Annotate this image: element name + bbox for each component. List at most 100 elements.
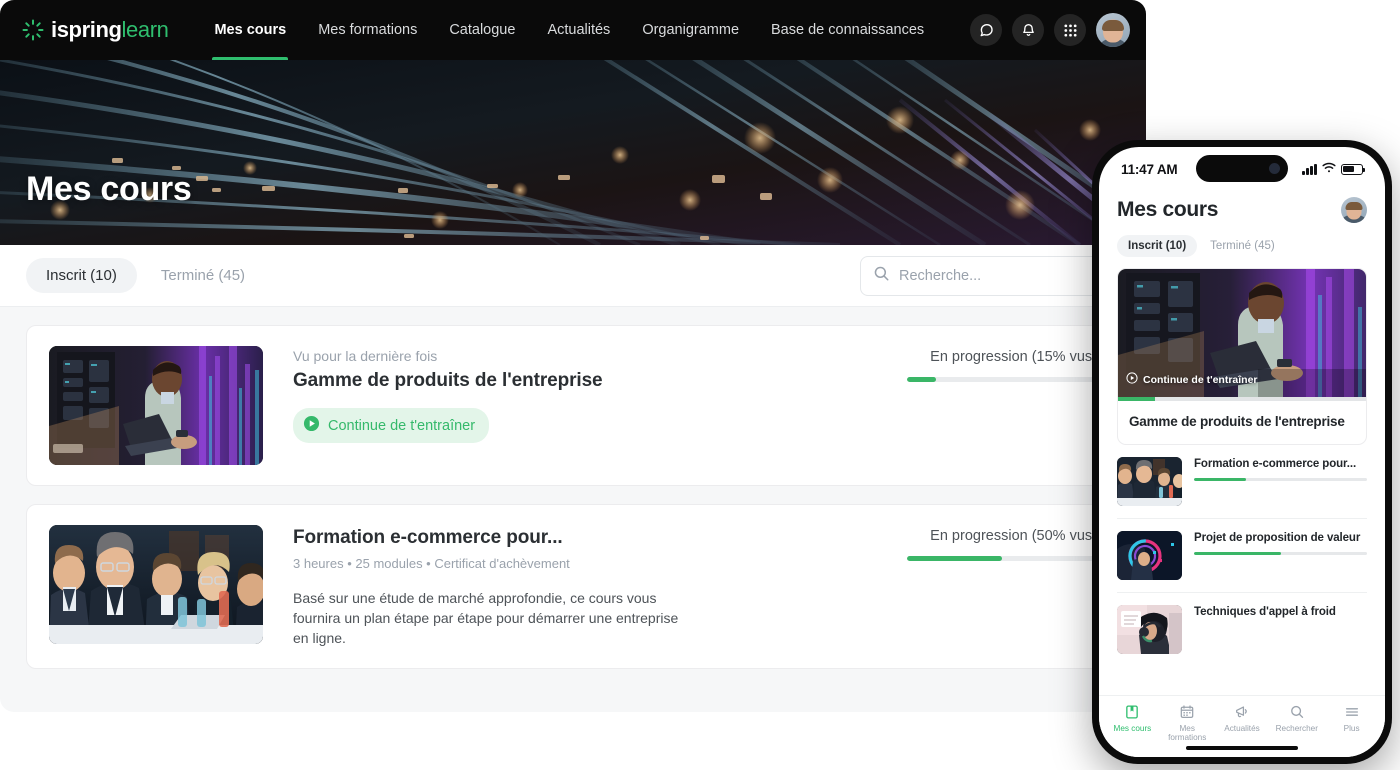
battery-icon (1341, 164, 1363, 175)
course-info: Formation e-commerce pour... 3 heures • … (263, 525, 907, 648)
bell-icon[interactable] (1012, 14, 1044, 46)
continue-training-button[interactable]: Continue de t'entraîner (293, 408, 489, 443)
avatar-hair (1102, 20, 1124, 31)
course-thumbnail (1117, 531, 1182, 580)
phone-mockup: 11:47 AM (1092, 140, 1392, 764)
user-avatar[interactable] (1341, 197, 1367, 223)
phone-nav-label: Mes cours (1114, 724, 1152, 733)
search-area (860, 256, 1120, 296)
search-icon (873, 265, 890, 287)
phone-nav-label: Plus (1344, 724, 1360, 733)
phone-nav-rechercher[interactable]: Rechercher (1269, 703, 1324, 733)
course-card[interactable]: Formation e-commerce pour... 3 heures • … (26, 504, 1120, 669)
progress-track (1194, 478, 1367, 481)
user-avatar[interactable] (1096, 13, 1130, 47)
course-title[interactable]: Gamme de produits de l'entreprise (1118, 401, 1366, 444)
course-filter-tabs: Inscrit (10) Terminé (45) (26, 258, 265, 293)
phone-tab-inscrit[interactable]: Inscrit (10) (1117, 235, 1197, 257)
nav-item-organigramme[interactable]: Organigramme (626, 0, 755, 60)
list-item-info: Techniques d'appel à froid (1194, 605, 1367, 618)
progress-track (907, 377, 1097, 382)
nav-item-base-de-connaissances[interactable]: Base de connaissances (755, 0, 940, 60)
nav-actions (970, 13, 1130, 47)
book-icon (1124, 703, 1140, 721)
course-thumbnail (1117, 605, 1182, 654)
continue-training-button[interactable]: Continue de t'entraîner (1126, 372, 1258, 387)
phone-nav-plus[interactable]: Plus (1324, 703, 1379, 733)
phone-course-list[interactable]: Continue de t'entraîner Gamme de produit… (1099, 257, 1385, 695)
course-thumbnail (49, 346, 263, 465)
tab-termine[interactable]: Terminé (45) (141, 258, 265, 293)
hero-banner: Mes cours (0, 60, 1146, 245)
phone-screen: 11:47 AM (1099, 147, 1385, 757)
search-box[interactable] (860, 256, 1120, 296)
list-item-info: Projet de proposition de valeur (1194, 531, 1367, 555)
phone-nav-mes-cours[interactable]: Mes cours (1105, 703, 1160, 733)
desktop-window: ispringlearn Mes cours Mes formations Ca… (0, 0, 1146, 712)
screenshot-stage: ispringlearn Mes cours Mes formations Ca… (0, 0, 1400, 770)
front-camera-icon (1269, 163, 1280, 174)
cellular-bars-icon (1302, 164, 1317, 175)
phone-nav-actualites[interactable]: Actualités (1215, 703, 1270, 733)
search-icon (1289, 703, 1305, 721)
phone-header: Mes cours Inscrit (10) Terminé (45) (1099, 191, 1385, 257)
continue-training-label: Continue de t'entraîner (328, 418, 475, 434)
list-item[interactable]: Projet de proposition de valeur (1117, 519, 1367, 593)
phone-filter-tabs: Inscrit (10) Terminé (45) (1117, 235, 1367, 257)
list-item-info: Formation e-commerce pour... (1194, 457, 1367, 481)
dynamic-island (1196, 155, 1288, 182)
progress-label: En progression (50% vus) (907, 528, 1097, 544)
phone-featured-course-card[interactable]: Continue de t'entraîner Gamme de produit… (1117, 268, 1367, 445)
progress-track (907, 556, 1097, 561)
course-thumbnail (1117, 457, 1182, 506)
apps-grid-icon[interactable] (1054, 14, 1086, 46)
hamburger-menu-icon (1344, 703, 1360, 721)
search-input[interactable] (899, 268, 1107, 284)
status-time: 11:47 AM (1121, 162, 1177, 177)
course-thumbnail (49, 525, 263, 644)
course-card[interactable]: Vu pour la dernière fois Gamme de produi… (26, 325, 1120, 486)
phone-nav-label: Mes formations (1164, 724, 1210, 743)
nav-item-mes-cours[interactable]: Mes cours (198, 0, 302, 60)
logo-word-ispring: ispring (51, 17, 122, 42)
course-title: Techniques d'appel à froid (1194, 606, 1367, 618)
home-indicator (1186, 746, 1298, 750)
course-list: Vu pour la dernière fois Gamme de produi… (0, 307, 1146, 712)
logo-word-learn: learn (122, 17, 169, 42)
main-nav-links: Mes cours Mes formations Catalogue Actua… (198, 0, 940, 60)
progress-label: En progression (15% vus) (907, 349, 1097, 365)
course-title[interactable]: Formation e-commerce pour... (293, 527, 907, 549)
phone-nav-label: Actualités (1224, 724, 1260, 733)
hero-background-image (0, 60, 1146, 245)
course-thumbnail: Continue de t'entraîner (1118, 269, 1366, 397)
nav-item-actualites[interactable]: Actualités (531, 0, 626, 60)
course-progress: En progression (15% vus) (907, 346, 1097, 465)
chat-icon[interactable] (970, 14, 1002, 46)
course-title[interactable]: Gamme de produits de l'entreprise (293, 370, 907, 392)
progress-fill (907, 556, 1002, 561)
tab-inscrit[interactable]: Inscrit (10) (26, 258, 137, 293)
phone-status-bar: 11:47 AM (1099, 147, 1385, 191)
course-progress: En progression (50% vus) (907, 525, 1097, 648)
phone-page-title: Mes cours (1117, 198, 1218, 222)
course-description: Basé sur une étude de marché approfondie… (293, 588, 693, 648)
ispring-learn-logo[interactable]: ispringlearn (22, 17, 168, 43)
nav-item-catalogue[interactable]: Catalogue (433, 0, 531, 60)
course-info: Vu pour la dernière fois Gamme de produi… (263, 346, 907, 465)
continue-training-label: Continue de t'entraîner (1143, 374, 1258, 386)
list-item[interactable]: Formation e-commerce pour... (1117, 445, 1367, 519)
nav-item-mes-formations[interactable]: Mes formations (302, 0, 433, 60)
phone-tab-termine[interactable]: Terminé (45) (1199, 235, 1286, 257)
progress-fill (1194, 552, 1281, 555)
course-title: Projet de proposition de valeur (1194, 532, 1367, 544)
phone-nav-mes-formations[interactable]: Mes formations (1160, 703, 1215, 743)
ispring-starburst-icon (22, 19, 44, 41)
list-item[interactable]: Techniques d'appel à froid (1117, 593, 1367, 666)
page-title: Mes cours (26, 170, 191, 209)
course-meta: 3 heures • 25 modules • Certificat d'ach… (293, 556, 907, 571)
phone-nav-label: Rechercher (1276, 724, 1318, 733)
calendar-icon (1179, 703, 1195, 721)
progress-track (1194, 552, 1367, 555)
logo-wordmark: ispringlearn (51, 17, 168, 43)
top-navigation-bar: ispringlearn Mes cours Mes formations Ca… (0, 0, 1146, 60)
